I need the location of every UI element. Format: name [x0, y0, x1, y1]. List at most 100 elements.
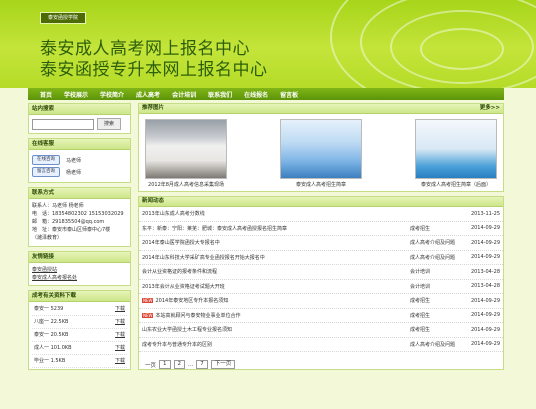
downloads-title: 成考有关资料下载: [29, 291, 130, 302]
nav-school-show[interactable]: 学校展示: [64, 90, 88, 99]
nav-online-signup[interactable]: 在线报名: [244, 90, 268, 99]
news-link[interactable]: 东平：新泰：宁阳：莱芜：肥城：泰安成人高考函授报名招生简章: [142, 225, 410, 232]
news-link[interactable]: 2014年山东科技大学采矿高专业函授报名开始大报名中: [142, 254, 410, 261]
news-title-text[interactable]: 2014年泰安地区专升本报名须知: [155, 298, 228, 304]
news-category[interactable]: 成考招生: [410, 312, 468, 319]
news-title-text[interactable]: 会计从业资格证的报考条件和流程: [142, 269, 217, 275]
news-title-text[interactable]: 东平：新泰：宁阳：莱芜：肥城：泰安成人高考函授报名招生简章: [142, 226, 287, 232]
news-title-text[interactable]: 本站高就顾问与泰安物业事业单位合作: [155, 313, 240, 319]
news-row: 东平：新泰：宁阳：莱芜：肥城：泰安成人高考函授报名招生简章 成考招生 2014-09…: [139, 222, 503, 236]
news-title-text[interactable]: 山东农业大学函授土木工程专业报名须知: [142, 327, 232, 333]
online-chat-button[interactable]: 在线咨询: [32, 155, 60, 165]
pictures-box: 推荐图片 更多>> 2012年8月成人高考信息采集现场 泰安成人高考招生简章 泰安…: [138, 103, 504, 192]
news-date: 2014-09-29: [470, 297, 500, 304]
service-name-2: 杨老师: [66, 169, 82, 176]
news-link[interactable]: 山东农业大学函授土木工程专业报名须知: [142, 326, 410, 333]
download-row: 泰安一 20.5KB 下载: [32, 329, 127, 342]
contact-title: 联系方式: [29, 188, 130, 199]
picture-caption[interactable]: 2012年8月成人高考信息采集现场: [143, 181, 229, 189]
header-banner: 泰安函授学院 泰安成人高考网上报名中心 泰安函授专升本网上报名中心: [0, 0, 536, 88]
news-title-text[interactable]: 2013年山东成人高考分数线: [142, 211, 205, 217]
photo-thumbnail[interactable]: [145, 119, 227, 179]
news-list: 2013年山东成人高考分数线 2013-11-25 东平：新泰：宁阳：莱芜：肥城：泰…: [139, 207, 503, 352]
download-file-name: 成人一 101.0KB: [34, 345, 72, 351]
picture-item[interactable]: 2012年8月成人高考信息采集现场: [143, 119, 229, 189]
news-link[interactable]: 2013年山东成人高考分数线: [142, 210, 410, 217]
site-logo: 泰安函授学院: [40, 12, 86, 24]
pager-page-7[interactable]: 7: [196, 360, 208, 369]
friend-links-title: 友情链接: [29, 252, 130, 263]
picture-item[interactable]: 泰安成人高考招生简章（后面）: [413, 119, 499, 189]
download-file-name: 泰安一 20.5KB: [34, 332, 69, 338]
news-title-text[interactable]: 成考专升本与普通专升本的区别: [142, 342, 212, 348]
news-category[interactable]: 会计培训: [410, 283, 468, 290]
news-category[interactable]: 成人高考介绍及问题: [410, 239, 468, 246]
news-row: 2013年会计从业资格证考试题大开班 会计培训 2013-04-28: [139, 280, 503, 294]
news-row: NEW 2014年泰安地区专升本报名须知 成考招生 2014-09-29: [139, 294, 503, 309]
news-row: 2013年山东成人高考分数线 2013-11-25: [139, 207, 503, 222]
news-date: 2014-09-29: [470, 326, 500, 333]
news-link[interactable]: 2014年泰山医学院函授大专报名中: [142, 239, 410, 246]
pictures-more-link[interactable]: 更多>>: [480, 104, 500, 113]
news-category[interactable]: 成考招生: [410, 297, 468, 304]
contact-line: 地 址：泰安市泰山区师泰中心7楼: [32, 227, 111, 233]
nav-guestbook[interactable]: 留言板: [280, 90, 298, 99]
news-title: 新闻动态: [142, 198, 165, 204]
contact-line: 联系人：马老师 杨老师: [32, 203, 84, 209]
news-category[interactable]: 成考招生: [410, 225, 468, 232]
news-link[interactable]: 2013年会计从业资格证考试题大开班: [142, 283, 410, 290]
news-date: 2014-09-29: [470, 341, 500, 348]
friend-link[interactable]: 泰安成人高考报名处: [32, 274, 127, 282]
nav-accounting[interactable]: 会计培训: [172, 90, 196, 99]
pager-page-1[interactable]: 1: [159, 360, 171, 369]
news-link[interactable]: 会计从业资格证的报考条件和流程: [142, 268, 410, 275]
news-category[interactable]: 成考招生: [410, 326, 468, 333]
news-category[interactable]: 成人高考介绍及问题: [410, 341, 468, 348]
download-row: 毕业一 1.5KB 下载: [32, 355, 127, 368]
nav-contact[interactable]: 联系我们: [208, 90, 232, 99]
news-category[interactable]: 会计培训: [410, 268, 468, 275]
news-date: 2014-09-29: [470, 312, 500, 319]
news-date: 2013-11-25: [470, 210, 500, 217]
nav-adult-exam[interactable]: 成人高考: [136, 90, 160, 99]
news-row: 2014年山东科技大学采矿高专业函授报名开始大报名中 成人高考介绍及问题 2014-…: [139, 251, 503, 265]
brochure-thumbnail[interactable]: [280, 119, 362, 179]
search-box: 站内搜索 搜索: [28, 103, 131, 134]
search-button[interactable]: 搜索: [97, 118, 121, 130]
download-link[interactable]: 下载: [115, 316, 125, 328]
news-title-text[interactable]: 2014年泰山医学院函授大专报名中: [142, 240, 220, 246]
news-link[interactable]: 成考专升本与普通专升本的区别: [142, 341, 410, 348]
main-content: 推荐图片 更多>> 2012年8月成人高考信息采集现场 泰安成人高考招生简章 泰安…: [138, 103, 504, 374]
news-row: 会计从业资格证的报考条件和流程 会计培训 2013-04-28: [139, 265, 503, 280]
news-row: 成考专升本与普通专升本的区别 成人高考介绍及问题 2014-09-29: [139, 338, 503, 352]
news-title-text[interactable]: 2013年会计从业资格证考试题大开班: [142, 284, 225, 290]
friend-link[interactable]: 泰安函授站: [32, 266, 127, 274]
download-link[interactable]: 下载: [115, 355, 125, 367]
picture-caption[interactable]: 泰安成人高考招生简章: [278, 181, 364, 189]
download-link[interactable]: 下载: [115, 329, 125, 341]
contact-line: 电 话：18354802302 15153032029: [32, 211, 124, 217]
picture-caption[interactable]: 泰安成人高考招生简章（后面）: [413, 181, 499, 189]
search-input[interactable]: [32, 118, 94, 130]
picture-item[interactable]: 泰安成人高考招生简章: [278, 119, 364, 189]
leave-message-button[interactable]: 留言咨询: [32, 167, 60, 177]
pager-page-2[interactable]: 2: [173, 360, 186, 369]
download-link[interactable]: 下载: [115, 342, 125, 354]
news-date: 2014-09-29: [470, 239, 500, 246]
news-row: NEW 本站高就顾问与泰安物业事业单位合作 成考招生 2014-09-29: [139, 309, 503, 323]
pager-next[interactable]: 下一页: [210, 360, 236, 369]
search-box-title: 站内搜索: [29, 104, 130, 115]
news-link[interactable]: NEW 2014年泰安地区专升本报名须知: [142, 297, 410, 304]
download-row: 泰安一 5239 下载: [32, 303, 127, 316]
news-title-text[interactable]: 2014年山东科技大学采矿高专业函授报名开始大报名中: [142, 255, 265, 261]
download-file-name: 八座一 22.5KB: [34, 319, 69, 325]
news-date: 2014-09-29: [470, 225, 500, 232]
hot-badge-icon: NEW: [142, 312, 154, 318]
brochure-back-thumbnail[interactable]: [415, 119, 497, 179]
nav-school-intro[interactable]: 学校简介: [100, 90, 124, 99]
pager-first[interactable]: 一页: [145, 361, 156, 369]
download-link[interactable]: 下载: [115, 303, 125, 315]
news-category[interactable]: 成人高考介绍及问题: [410, 254, 468, 261]
news-link[interactable]: NEW 本站高就顾问与泰安物业事业单位合作: [142, 312, 410, 319]
nav-home[interactable]: 首页: [40, 90, 52, 99]
